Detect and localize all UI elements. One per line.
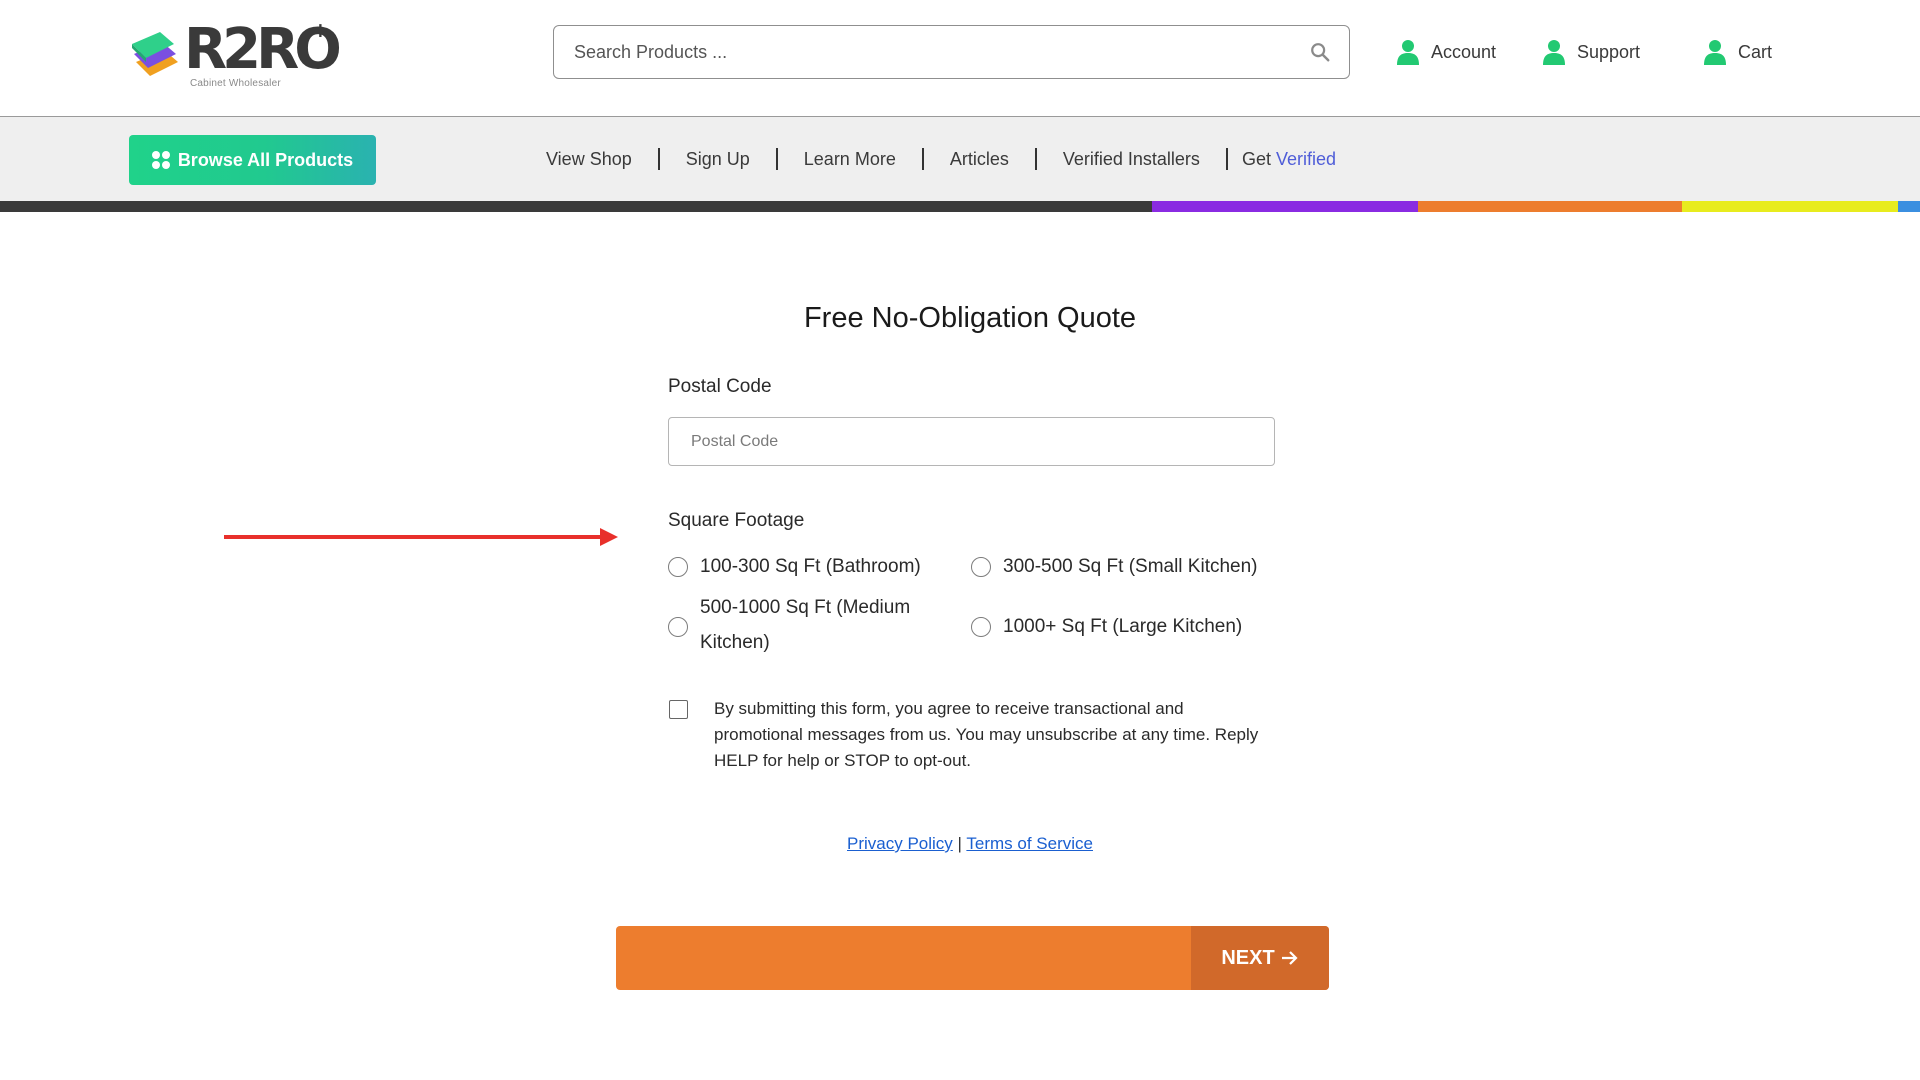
get-verified-prefix: Get <box>1241 148 1276 169</box>
nav-verified-installers[interactable]: Verified Installers <box>1037 149 1226 170</box>
support-label: Support <box>1577 41 1641 62</box>
option-label-100-300: 100-300 Sq Ft (Bathroom) <box>700 556 921 577</box>
nav-articles[interactable]: Articles <box>924 149 1035 170</box>
radio-500-1000[interactable] <box>668 617 688 637</box>
postal-code-label: Postal Code <box>668 376 772 397</box>
square-footage-label: Square Footage <box>668 510 805 531</box>
logo-plus: + <box>312 18 329 42</box>
search-icon[interactable] <box>1309 41 1331 63</box>
main-nav: Browse All Products View Shop Sign Up Le… <box>0 117 1920 201</box>
consent-text: By submitting this form, you agree to re… <box>714 699 1259 770</box>
browse-all-products-button[interactable]: Browse All Products <box>129 135 376 185</box>
radio-1000-plus[interactable] <box>971 617 991 637</box>
next-button[interactable]: NEXT <box>1191 926 1329 990</box>
search-input[interactable] <box>574 26 1274 78</box>
policy-separator: | <box>957 834 962 853</box>
consent-checkbox[interactable] <box>669 700 688 719</box>
postal-code-input[interactable] <box>668 417 1275 466</box>
next-label: NEXT <box>1221 946 1275 969</box>
option-label-300-500: 300-500 Sq Ft (Small Kitchen) <box>1003 556 1258 577</box>
nav-learn-more[interactable]: Learn More <box>778 149 922 170</box>
form-title: Free No-Obligation Quote <box>803 302 1137 334</box>
nav-links: View Shop Sign Up Learn More Articles Ve… <box>520 147 1362 171</box>
color-stripe <box>0 201 1920 212</box>
person-icon <box>1704 40 1726 65</box>
account-label: Account <box>1431 41 1497 62</box>
terms-of-service-link[interactable]: Terms of Service <box>966 834 1093 853</box>
nav-sign-up[interactable]: Sign Up <box>660 149 776 170</box>
next-bar: NEXT <box>616 926 1329 990</box>
site-logo[interactable]: R2RO + Cabinet Wholesaler <box>128 18 342 90</box>
person-icon <box>1543 40 1565 65</box>
privacy-policy-link[interactable]: Privacy Policy <box>847 834 953 853</box>
red-arrow-annotation <box>224 528 618 546</box>
arrow-right-icon <box>1281 951 1298 965</box>
logo-tagline: Cabinet Wholesaler <box>190 78 281 89</box>
cart-link[interactable]: Cart <box>1704 38 1772 66</box>
browse-all-products-label: Browse All Products <box>177 149 354 170</box>
option-label-1000-plus: 1000+ Sq Ft (Large Kitchen) <box>1003 616 1243 637</box>
nav-get-verified[interactable]: Get Verified <box>1228 149 1362 170</box>
radio-100-300[interactable] <box>668 557 688 577</box>
grid-icon <box>151 151 170 169</box>
support-link[interactable]: Support <box>1543 38 1640 66</box>
search-box <box>553 25 1350 79</box>
option-label-500-1000: 500-1000 Sq Ft (Medium Kitchen) <box>700 597 911 653</box>
cart-label: Cart <box>1738 41 1773 62</box>
account-link[interactable]: Account <box>1397 38 1496 66</box>
logo-stack-icon <box>132 32 178 76</box>
radio-300-500[interactable] <box>971 557 991 577</box>
nav-view-shop[interactable]: View Shop <box>520 149 658 170</box>
get-verified-highlight: Verified <box>1275 148 1336 169</box>
policy-links: Privacy Policy | Terms of Service <box>0 834 1920 854</box>
site-header: R2RO + Cabinet Wholesaler Account Suppor… <box>0 0 1920 117</box>
person-icon <box>1397 40 1419 65</box>
